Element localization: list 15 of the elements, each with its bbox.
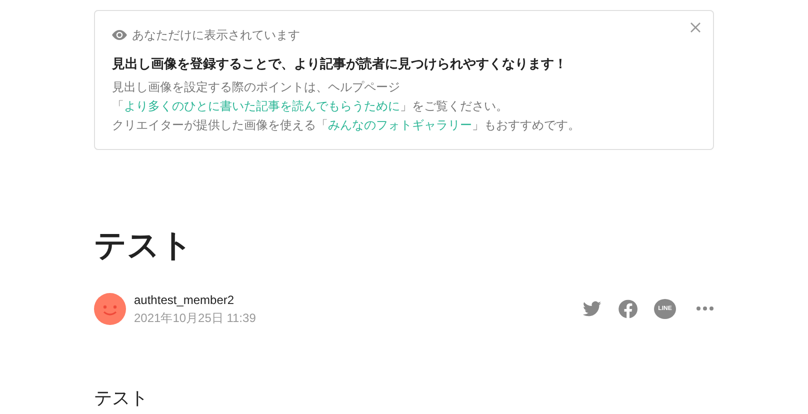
eye-icon: [112, 30, 127, 40]
article-title: テスト: [94, 226, 194, 264]
notice-text: 見出し画像を設定する際のポイントは、ヘルプページ「より多くのひとに書いた記事を読んでもらうために」をご覧ください。: [112, 78, 509, 114]
avatar-icon: [94, 292, 126, 324]
twitter-icon[interactable]: [582, 298, 602, 318]
facebook-icon[interactable]: [618, 298, 638, 318]
notice-headline: 見出し画像を登録することで、より記事が読者に見つけられやすくなります！: [112, 55, 568, 73]
notice-text: クリエイターが提供した画像を使える「みんなのフォトギャラリー」もおすすめです。: [112, 116, 581, 134]
visibility-note: あなただけに表示されています: [132, 27, 300, 44]
help-link[interactable]: より多くのひとに書いた記事を読んでもらうために: [124, 98, 400, 112]
author-name[interactable]: authtest_member2: [134, 290, 256, 308]
article-body: テスト: [94, 386, 149, 410]
post-date: 2021年10月25日 11:39: [134, 310, 256, 326]
help-link[interactable]: みんなのフォトギャラリー: [328, 118, 472, 132]
more-icon[interactable]: [696, 306, 714, 312]
